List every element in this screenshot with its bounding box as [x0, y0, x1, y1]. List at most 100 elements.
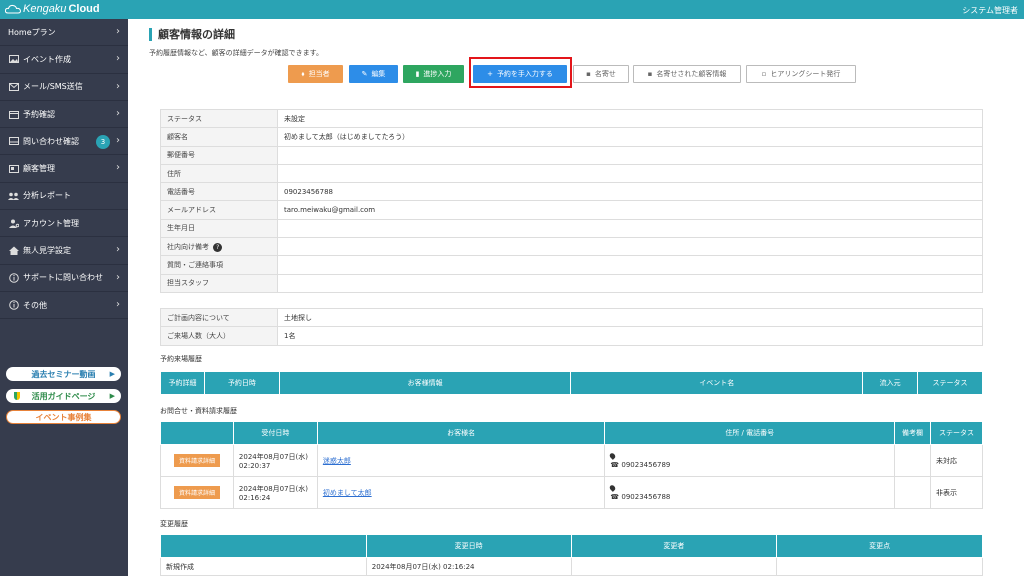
sidebar-item-home-plan[interactable]: Homeプラン › — [0, 19, 128, 47]
pin-icon: ⬧ — [301, 69, 305, 78]
field-value — [277, 163, 983, 184]
hearing-sheet-button[interactable]: ▫ ヒアリングシート発行 — [746, 65, 856, 83]
pill-label: 過去セミナー動画 — [31, 369, 96, 379]
usage-guide-link[interactable]: 活用ガイドページ ▶ — [6, 389, 121, 403]
chevron-right-icon: › — [116, 53, 120, 65]
button-label: 進捗入力 — [423, 70, 452, 78]
page-title: 顧客情報の詳細 — [149, 28, 235, 41]
sidebar-item-account[interactable]: アカウント管理 — [0, 210, 128, 238]
beginner-mark-icon — [14, 392, 20, 400]
pill-label: 活用ガイドページ — [31, 391, 96, 401]
sidebar-item-unmanned-tour[interactable]: 無人見学設定 › — [0, 237, 128, 265]
image-icon — [8, 55, 19, 64]
event-case-studies-link[interactable]: イベント事例集 — [6, 410, 121, 424]
table-row: 生年月日 — [160, 218, 983, 239]
table-row: 顧客名 初めまして太郎（はじめましてたろう） — [160, 127, 983, 147]
column-header: 変更者 — [570, 534, 778, 558]
column-header: 変更点 — [776, 534, 983, 558]
column-header: 住所 / 電話番号 — [604, 421, 896, 445]
sidebar-item-label: 分析レポート — [23, 191, 71, 201]
table-row: 電話番号 09023456788 — [160, 182, 983, 202]
customer-name-link[interactable]: 迷惑太郎 — [323, 457, 351, 465]
table-row: ご来場人数（大人） 1名 — [160, 326, 983, 346]
logo[interactable]: Kengaku Cloud — [5, 3, 100, 15]
field-value — [277, 218, 983, 239]
chevron-right-icon: › — [116, 80, 120, 92]
field-value — [277, 237, 983, 257]
sidebar-item-mail-sms[interactable]: メール/SMS送信 › — [0, 74, 128, 101]
field-label: 住所 — [160, 163, 278, 184]
table-row: 担当スタッフ — [160, 273, 983, 293]
sidebar-item-label: 顧客管理 — [23, 164, 55, 174]
chevron-right-icon: › — [116, 298, 120, 310]
address-phone-cell: ☎ 09023456788 — [604, 476, 896, 509]
sidebar-item-customers[interactable]: 顧客管理 › — [0, 155, 128, 183]
past-seminar-videos-link[interactable]: 過去セミナー動画 ▶ — [6, 367, 121, 381]
chevron-right-icon: › — [116, 135, 120, 147]
column-header: イベント名 — [570, 371, 864, 395]
reservation-history-title: 予約来場履歴 — [160, 355, 202, 363]
field-label: 社内向け備考 — [167, 242, 209, 251]
customer-name-cell: 迷惑太郎 — [316, 444, 606, 477]
mail-icon — [8, 82, 19, 91]
received-datetime-cell: 2024年08月07日(水) 02:20:37 — [232, 444, 318, 477]
sidebar-item-event-create[interactable]: イベント作成 › — [0, 46, 128, 74]
sidebar-item-support[interactable]: サポートに問い合わせ › — [0, 265, 128, 292]
table-row: ご計画内容について 土地探し — [160, 307, 983, 328]
field-label: 質問・ご連絡事項 — [160, 255, 278, 275]
change-history-table: 変更日時 変更者 変更点 新規作成 2024年08月07日(水) 02:16:2… — [160, 534, 983, 576]
reservation-history-table: 予約詳細 予約日時 お客様情報 イベント名 流入元 ステータス — [160, 371, 983, 395]
phone-number: 09023456789 — [621, 460, 671, 469]
field-label: 電話番号 — [160, 182, 278, 202]
field-value: 未設定 — [277, 108, 983, 129]
table-row: 社内向け備考 ? — [160, 237, 983, 257]
field-value: 初めまして太郎（はじめましてたろう） — [277, 127, 983, 147]
table-row: 新規作成 2024年08月07日(水) 02:16:24 — [160, 557, 983, 576]
received-date: 2024年08月07日(水) — [238, 484, 309, 493]
id-card-icon: ▪ — [586, 70, 591, 78]
received-time: 02:20:37 — [238, 461, 271, 470]
notes-cell — [894, 476, 932, 509]
field-value — [277, 273, 983, 293]
button-label: 名寄せ — [594, 70, 616, 78]
customer-name-link[interactable]: 初めまして太郎 — [323, 489, 372, 497]
sidebar-item-label: イベント作成 — [23, 54, 71, 64]
table-row: 資料請求詳細 2024年08月07日(水) 02:16:24 初めまして太郎 ☎ … — [160, 476, 983, 509]
sidebar-item-label: サポートに問い合わせ — [23, 273, 103, 283]
logo-kengaku: Kengaku — [23, 3, 67, 15]
field-value: 1名 — [277, 326, 983, 346]
pencil-icon: ✎ — [361, 70, 368, 78]
document-request-detail-button[interactable]: 資料請求詳細 — [173, 454, 220, 467]
table-row: 住所 — [160, 163, 983, 184]
chevron-right-icon: › — [116, 162, 120, 174]
chevron-right-icon: › — [116, 271, 120, 283]
help-icon[interactable]: ? — [213, 242, 223, 252]
received-datetime-cell: 2024年08月07日(水) 02:16:24 — [232, 476, 318, 509]
merged-info-button[interactable]: ▪ 名寄せされた顧客情報 — [633, 65, 741, 83]
info-icon — [8, 273, 19, 283]
table-row: メールアドレス taro.meiwaku@gmail.com — [160, 200, 983, 220]
sidebar: Homeプラン › イベント作成 › メール/SMS送信 › 予約確認 › 問い… — [0, 19, 128, 576]
sidebar-item-reservations[interactable]: 予約確認 › — [0, 101, 128, 129]
document-request-detail-button[interactable]: 資料請求詳細 — [173, 486, 220, 499]
cloud-logo-icon — [5, 4, 21, 14]
progress-input-button[interactable]: ▮ 進捗入力 — [403, 65, 464, 83]
table-header-row: 予約詳細 予約日時 お客様情報 イベント名 流入元 ステータス — [160, 371, 983, 395]
field-value — [277, 255, 983, 275]
admin-user-label[interactable]: システム管理者 — [962, 5, 1018, 16]
field-label: 担当スタッフ — [160, 273, 278, 293]
staff-button[interactable]: ⬧ 担当者 — [288, 65, 343, 83]
change-datetime-cell: 2024年08月07日(水) 02:16:24 — [365, 557, 572, 576]
calendar-icon — [8, 110, 19, 119]
status-cell: 非表示 — [930, 476, 983, 509]
logo-cloud: Cloud — [68, 3, 100, 15]
inbox-icon — [8, 137, 19, 146]
edit-button[interactable]: ✎ 編集 — [349, 65, 398, 83]
sidebar-item-label: メール/SMS送信 — [23, 82, 83, 92]
sidebar-item-label: その他 — [23, 300, 47, 310]
sidebar-item-analytics[interactable]: 分析レポート — [0, 183, 128, 211]
sidebar-item-other[interactable]: その他 › — [0, 292, 128, 320]
sidebar-item-label: アカウント管理 — [23, 218, 79, 228]
sidebar-item-inquiries[interactable]: 問い合わせ確認 3 › — [0, 128, 128, 156]
merge-button[interactable]: ▪ 名寄せ — [573, 65, 629, 83]
